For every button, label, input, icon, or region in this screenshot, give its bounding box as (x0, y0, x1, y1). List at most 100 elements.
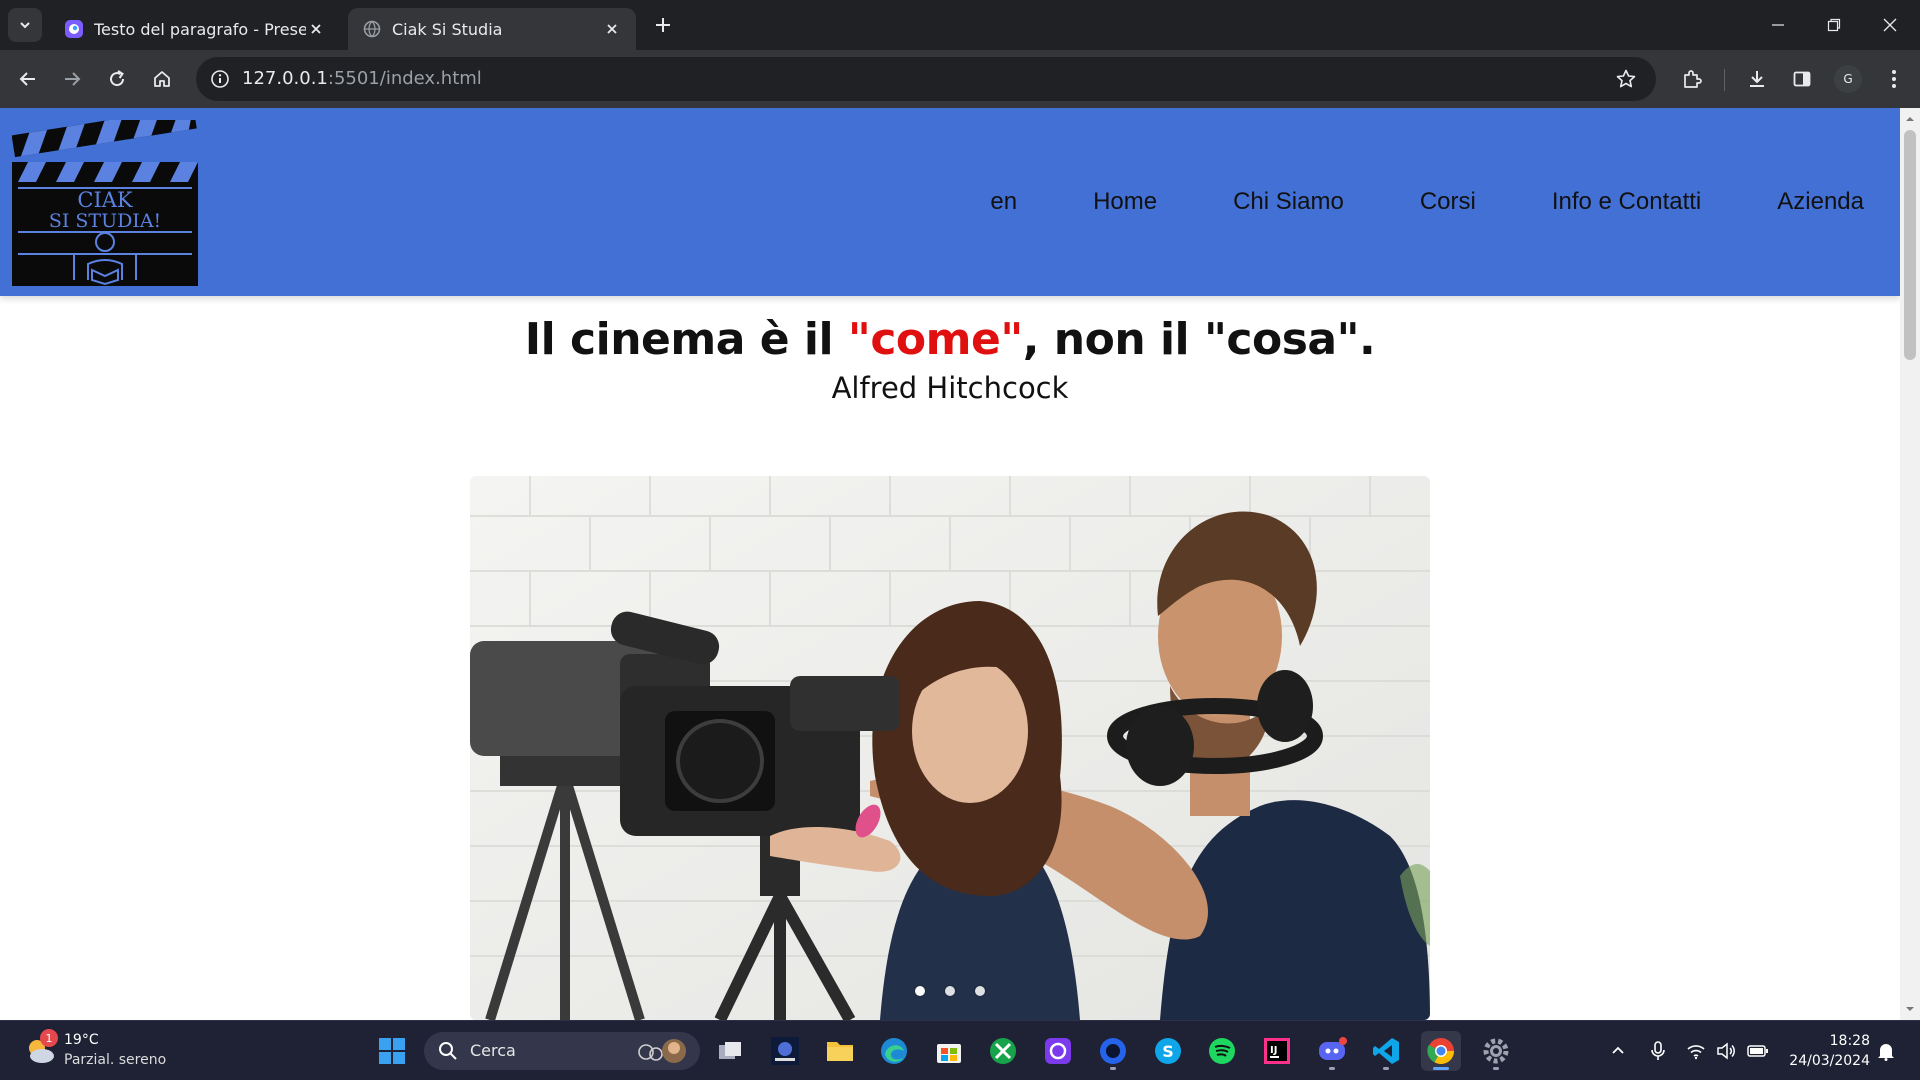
windows-taskbar: 1 19°C Parzial. sereno Cerca S IJ 18:28 … (0, 1020, 1920, 1080)
logo-text-si-studia: SI STUDIA! (49, 210, 161, 232)
task-view-button[interactable] (710, 1031, 750, 1071)
image-carousel[interactable] (470, 476, 1430, 1020)
back-button[interactable] (12, 63, 44, 95)
side-panel-button[interactable] (1786, 63, 1818, 95)
carousel-dot-2[interactable] (945, 986, 955, 996)
vscode-icon (1373, 1038, 1399, 1064)
xbox-icon (990, 1038, 1016, 1064)
taskbar-search[interactable]: Cerca (424, 1032, 700, 1070)
app-icon (771, 1037, 799, 1065)
windows-start-icon (379, 1038, 405, 1064)
carousel-dot-3[interactable] (975, 986, 985, 996)
tab-title: Ciak Si Studia (392, 19, 503, 39)
arrow-left-icon (19, 72, 35, 86)
battery-tray[interactable] (1746, 1039, 1770, 1063)
discord-icon (1319, 1037, 1347, 1060)
downloads-button[interactable] (1741, 63, 1773, 95)
taskbar-settings[interactable] (1476, 1031, 1516, 1071)
search-icon (439, 1042, 457, 1060)
battery-icon (1747, 1045, 1768, 1057)
close-tab-icon[interactable] (306, 19, 326, 39)
profile-avatar[interactable]: G (1834, 65, 1862, 93)
close-window-button[interactable] (1862, 0, 1918, 50)
ciak-si-studia-logo[interactable]: CIAK SI STUDIA! (11, 108, 198, 286)
quote-author: Alfred Hitchcock (831, 371, 1069, 405)
taskbar-app-2[interactable] (1038, 1031, 1078, 1071)
close-icon (1883, 18, 1897, 32)
taskbar-xbox[interactable] (983, 1031, 1023, 1071)
carousel-dot-1[interactable] (915, 986, 925, 996)
bookmark-star-icon[interactable] (1610, 63, 1642, 95)
taskbar-app-1[interactable] (765, 1031, 805, 1071)
close-tab-icon[interactable] (602, 19, 622, 39)
wifi-tray[interactable] (1684, 1039, 1708, 1063)
tab-search-button[interactable] (8, 8, 42, 42)
hero-quote: Il cinema è il "come", non il "cosa". Al… (0, 314, 1900, 405)
microphone-icon (1651, 1041, 1665, 1060)
quote-highlight: "come" (847, 314, 1023, 365)
taskbar-file-explorer[interactable] (820, 1031, 860, 1071)
restore-icon (1827, 18, 1841, 32)
reload-button[interactable] (101, 63, 133, 95)
tab-ciak-si-studia[interactable]: Ciak Si Studia (348, 8, 636, 50)
taskbar-clock[interactable]: 18:28 24/03/2024 (1784, 1031, 1870, 1071)
app-icon (1045, 1038, 1071, 1064)
taskbar-edge[interactable] (874, 1031, 914, 1071)
svg-text:IJ: IJ (1270, 1045, 1277, 1056)
notifications-tray[interactable] (1874, 1039, 1898, 1063)
side-panel-icon (1793, 71, 1811, 87)
nav-language-en[interactable]: en (990, 188, 1017, 216)
taskbar-intellij[interactable]: IJ (1257, 1031, 1297, 1071)
weather-widget[interactable]: 1 19°C Parzial. sereno (20, 1029, 200, 1073)
url-text[interactable]: 127.0.0.1:5501/index.html (242, 68, 482, 89)
tab-presentazione[interactable]: Testo del paragrafo - Presentazione (50, 8, 340, 50)
start-button[interactable] (372, 1031, 412, 1071)
globe-icon (362, 19, 382, 39)
home-button[interactable] (146, 63, 178, 95)
settings-icon (1483, 1038, 1509, 1064)
site-header: CIAK SI STUDIA! en Home Chi Siamo Corsi … (0, 108, 1900, 296)
nav-info-e-contatti[interactable]: Info e Contatti (1552, 188, 1701, 216)
taskbar-skype[interactable]: S (1148, 1031, 1188, 1071)
search-placeholder: Cerca (470, 1041, 516, 1060)
taskbar-spotify[interactable] (1202, 1031, 1242, 1071)
speaker-icon (1717, 1042, 1735, 1060)
weather-temp: 19°C (64, 1032, 99, 1048)
taskbar-store[interactable] (929, 1031, 969, 1071)
svg-text:S: S (1162, 1042, 1174, 1061)
site-info-icon[interactable] (204, 63, 236, 95)
address-bar[interactable]: 127.0.0.1:5501/index.html (196, 57, 1656, 101)
restore-button[interactable] (1806, 0, 1862, 50)
scroll-up-icon[interactable] (1905, 114, 1915, 124)
download-icon (1750, 71, 1764, 87)
plus-icon (656, 18, 670, 32)
quote-text: Il cinema è il "come", non il "cosa". (0, 314, 1900, 365)
canva-favicon-icon (64, 19, 84, 39)
taskbar-discord[interactable] (1312, 1031, 1352, 1071)
taskbar-chrome[interactable] (1421, 1031, 1461, 1071)
volume-tray[interactable] (1714, 1039, 1738, 1063)
nav-chi-siamo[interactable]: Chi Siamo (1233, 188, 1344, 216)
microphone-tray[interactable] (1646, 1039, 1670, 1063)
main-nav: en Home Chi Siamo Corsi Info e Contatti … (914, 108, 1864, 296)
taskbar-app-3[interactable] (1093, 1031, 1133, 1071)
forward-button[interactable] (56, 63, 88, 95)
extensions-button[interactable] (1676, 63, 1708, 95)
menu-button[interactable] (1878, 63, 1910, 95)
scroll-down-icon[interactable] (1905, 1004, 1915, 1014)
nav-azienda[interactable]: Azienda (1777, 188, 1864, 216)
edge-icon (881, 1038, 907, 1064)
minimize-button[interactable] (1750, 0, 1806, 50)
weather-badge: 1 (40, 1029, 58, 1047)
nav-corsi[interactable]: Corsi (1420, 188, 1476, 216)
logo-text-ciak: CIAK (77, 188, 133, 212)
nav-home[interactable]: Home (1093, 188, 1157, 216)
chrome-icon (1427, 1038, 1455, 1065)
new-tab-button[interactable] (648, 10, 678, 40)
show-hidden-icons[interactable] (1606, 1039, 1630, 1063)
reload-icon (110, 70, 125, 87)
scrollbar-thumb[interactable] (1904, 130, 1916, 360)
store-icon (937, 1044, 961, 1063)
taskbar-vscode[interactable] (1366, 1031, 1406, 1071)
page-scrollbar[interactable] (1900, 108, 1920, 1020)
